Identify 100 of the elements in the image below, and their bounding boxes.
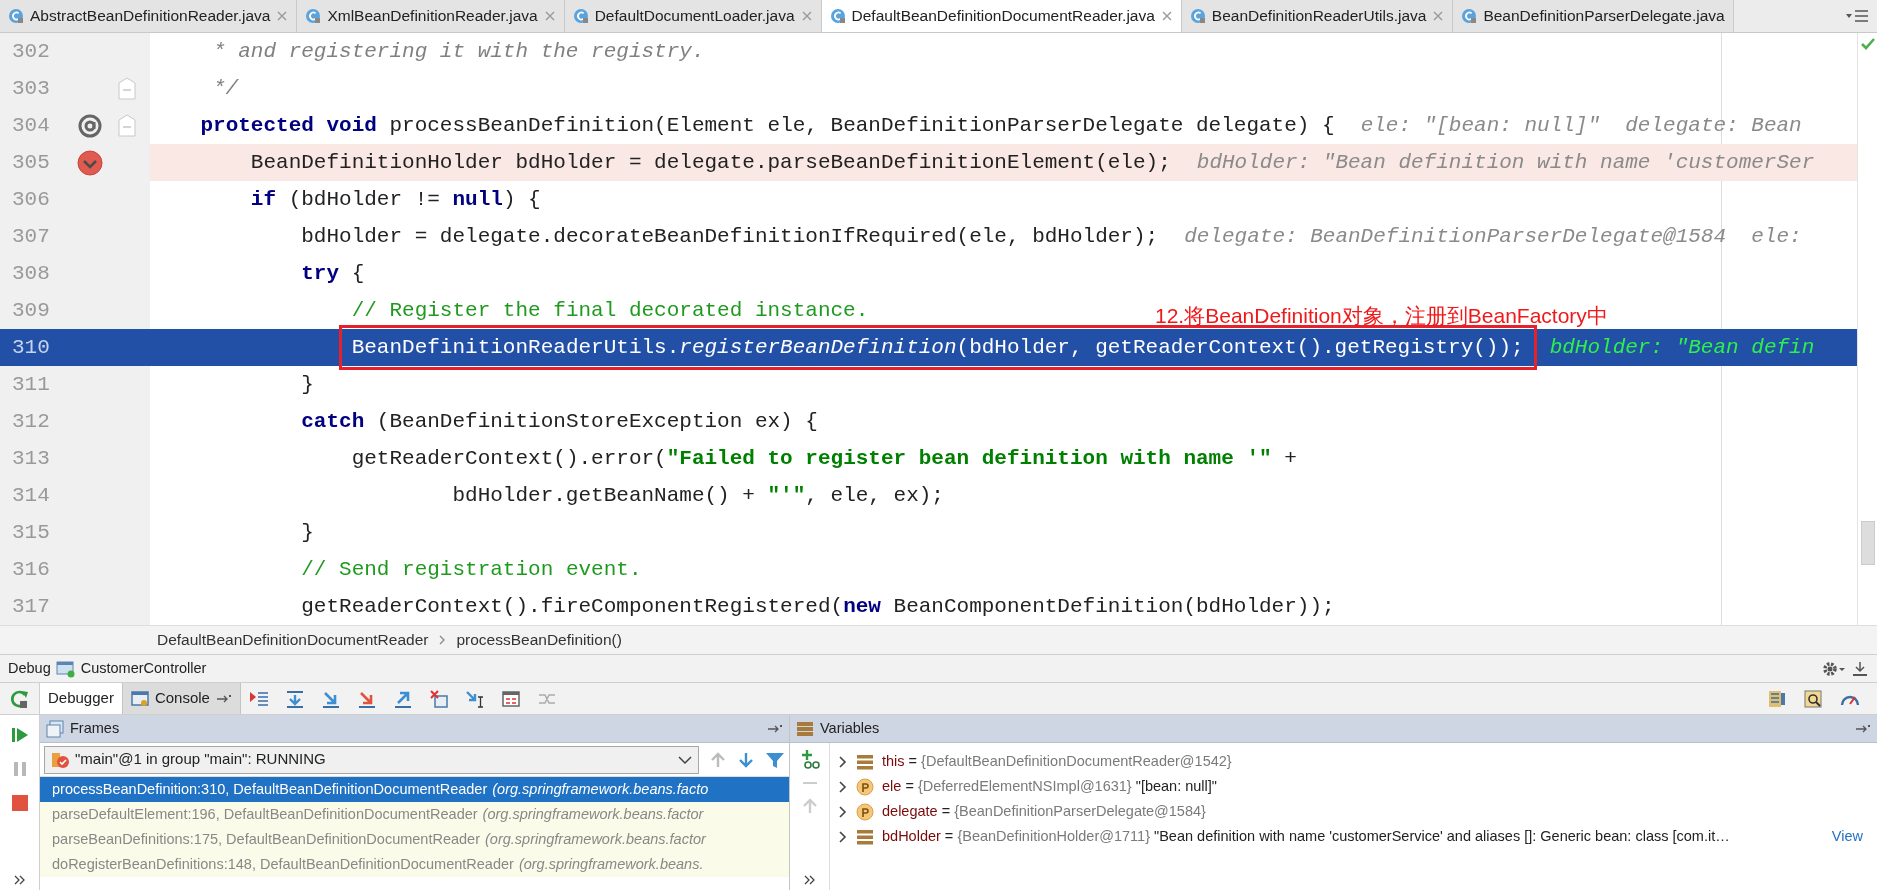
drop-frame-icon[interactable] — [428, 688, 449, 709]
breakpoint-icon[interactable] — [77, 149, 103, 176]
class-icon — [1461, 8, 1478, 24]
tab-label: BeanDefinitionParserDelegate.java — [1483, 6, 1725, 27]
frame-item[interactable]: parseBeanDefinitions:175, DefaultBeanDefinitionDocumentReader (org.springframework.beans.factor — [40, 827, 789, 852]
variable-entry[interactable]: delegate = {BeanDefinitionParserDelegate@1584} — [882, 800, 1206, 823]
pin-icon[interactable] — [767, 722, 783, 735]
stop-icon[interactable] — [9, 793, 30, 813]
frame-item[interactable]: processBeanDefinition:310, DefaultBeanDefinitionDocumentReader (org.springframework.beans.facto — [40, 777, 789, 802]
line-number: 308 — [11, 260, 51, 287]
rerun-icon[interactable] — [9, 688, 30, 709]
arrow-down-icon[interactable] — [737, 750, 755, 769]
inline-value-hint: bdHolder: "Bean definition with name 'customerSer — [1196, 149, 1815, 176]
frame-item[interactable]: parseDefaultElement:196, DefaultBeanDefinitionDocumentReader (org.springframework.beans.factor — [40, 802, 789, 827]
view-link[interactable]: View — [1831, 825, 1877, 848]
file-tab[interactable]: BeanDefinitionParserDelegate.java — [1453, 0, 1734, 32]
panel-title: Frames — [70, 718, 120, 738]
inline-value-hint: ele: "[bean: null]" delegate: Bean — [1360, 112, 1802, 139]
file-tab[interactable]: XmlBeanDefinitionReader.java — [297, 0, 565, 32]
breadcrumb-item[interactable]: processBeanDefinition() — [456, 628, 622, 652]
minimize-icon[interactable] — [1851, 659, 1869, 678]
tab-label: Debugger — [48, 688, 114, 709]
line-number: 304 — [11, 112, 51, 139]
class-icon — [8, 8, 24, 24]
inline-value-hint: delegate: BeanDefinitionParserDelegate@1584 ele: — [1184, 223, 1802, 250]
code-line: if (bdHolder != null) { — [250, 186, 541, 213]
more-icon[interactable] — [12, 874, 27, 886]
run-config-label: CustomerController — [80, 658, 207, 678]
code-line: getReaderContext().fireComponentRegistered(new BeanComponentDefinition(bdHolder)); — [301, 593, 1335, 620]
step-over-icon[interactable] — [284, 688, 305, 709]
console-icon — [130, 690, 149, 707]
line-number: 317 — [11, 593, 51, 620]
resume-icon[interactable] — [9, 725, 30, 745]
frames-icon — [46, 719, 64, 738]
close-icon[interactable] — [1160, 10, 1173, 22]
line-number: 312 — [11, 408, 51, 435]
variable-entry[interactable]: ele = {DeferredElementNSImpl@1631} "[bean: null]" — [882, 775, 1217, 798]
run-config-icon — [55, 659, 76, 678]
debug-tab[interactable]: Debugger — [40, 683, 123, 714]
gear-icon[interactable] — [1822, 659, 1846, 678]
frame-item[interactable]: doRegisterBeanDefinitions:148, DefaultBeanDefinitionDocumentReader (org.springframework.beans. — [40, 852, 789, 877]
caret-down-icon — [678, 754, 692, 765]
code-line: // Register the final decorated instance. — [351, 297, 869, 324]
line-number: 311 — [11, 371, 51, 398]
line-number: 314 — [11, 482, 51, 509]
evaluate-icon[interactable] — [500, 688, 521, 709]
check-icon — [1859, 37, 1876, 51]
line-number: 309 — [11, 297, 51, 324]
variables-icon — [796, 719, 814, 738]
panel-title: Debug — [8, 658, 51, 678]
line-number: 313 — [11, 445, 51, 472]
tab-label: DefaultBeanDefinitionDocumentReader.java — [851, 6, 1155, 27]
frames-stack-icon[interactable] — [1767, 688, 1787, 709]
debug-tab[interactable]: Console — [122, 683, 241, 714]
thread-icon — [51, 750, 69, 769]
breadcrumb-item[interactable]: DefaultBeanDefinitionDocumentReader — [157, 628, 429, 652]
code-line: try { — [301, 260, 365, 287]
parameter-icon — [856, 777, 874, 796]
code-line: */ — [213, 75, 239, 102]
code-line: getReaderContext().error("Failed to register bean definition with name '" + — [351, 445, 1297, 472]
stack-icon — [856, 827, 874, 846]
line-number: 306 — [11, 186, 51, 213]
code-line: } — [301, 371, 314, 398]
line-number: 302 — [11, 38, 51, 65]
code-line: catch (BeanDefinitionStoreException ex) { — [301, 408, 818, 435]
parameter-icon — [856, 802, 874, 821]
inline-value-hint: bdHolder: "Bean defin — [1549, 334, 1815, 361]
file-tab[interactable]: DefaultBeanDefinitionDocumentReader.java — [821, 0, 1182, 32]
line-number: 303 — [11, 75, 51, 102]
file-tab[interactable]: BeanDefinitionReaderUtils.java — [1181, 0, 1454, 32]
filter-icon[interactable] — [765, 750, 785, 769]
stack-icon — [856, 752, 874, 771]
variable-entry[interactable]: this = {DefaultBeanDefinitionDocumentReader@1542} — [882, 750, 1232, 773]
tab-label: AbstractBeanDefinitionReader.java — [30, 6, 271, 27]
fold-marker-icon[interactable] — [117, 113, 137, 138]
line-number: 305 — [11, 149, 51, 176]
file-tab[interactable]: DefaultDocumentLoader.java — [564, 0, 822, 32]
tab-label: BeanDefinitionReaderUtils.java — [1211, 6, 1427, 27]
thread-dropdown[interactable]: "main"@1 in group "main": RUNNING — [44, 745, 699, 774]
run-to-cursor-icon[interactable] — [464, 688, 485, 709]
code-line: // Send registration event. — [301, 556, 642, 583]
code-line: bdHolder.getBeanName() + "'", ele, ex); — [452, 482, 944, 509]
code-line: protected void processBeanDefinition(Element ele, BeanDefinitionParserDelegate delegate) { — [200, 112, 1335, 139]
memory-view-icon[interactable] — [1803, 688, 1823, 709]
scrollbar-thumb[interactable] — [1861, 521, 1875, 565]
tab-label: XmlBeanDefinitionReader.java — [327, 6, 538, 27]
line-number: 316 — [11, 556, 51, 583]
code-line: } — [301, 519, 314, 546]
code-line: BeanDefinitionHolder bdHolder = delegate.parseBeanDefinitionElement(ele); — [250, 149, 1171, 176]
file-tab[interactable]: AbstractBeanDefinitionReader.java — [0, 0, 298, 32]
variable-entry[interactable]: bdHolder = {BeanDefinitionHolder@1711} "Bean definition with name 'customerService' and aliases []: Generic bean: class [com.it… — [882, 825, 1730, 848]
tab-list-icon[interactable] — [1845, 8, 1869, 24]
class-icon — [829, 8, 846, 24]
class-icon — [572, 8, 589, 24]
line-number: 310 — [11, 334, 51, 361]
pin-icon[interactable] — [215, 692, 232, 705]
pin-icon[interactable] — [1855, 722, 1871, 735]
override-marker-icon[interactable] — [77, 112, 103, 139]
fold-marker-icon[interactable] — [117, 76, 137, 101]
more-icon[interactable] — [802, 874, 817, 886]
